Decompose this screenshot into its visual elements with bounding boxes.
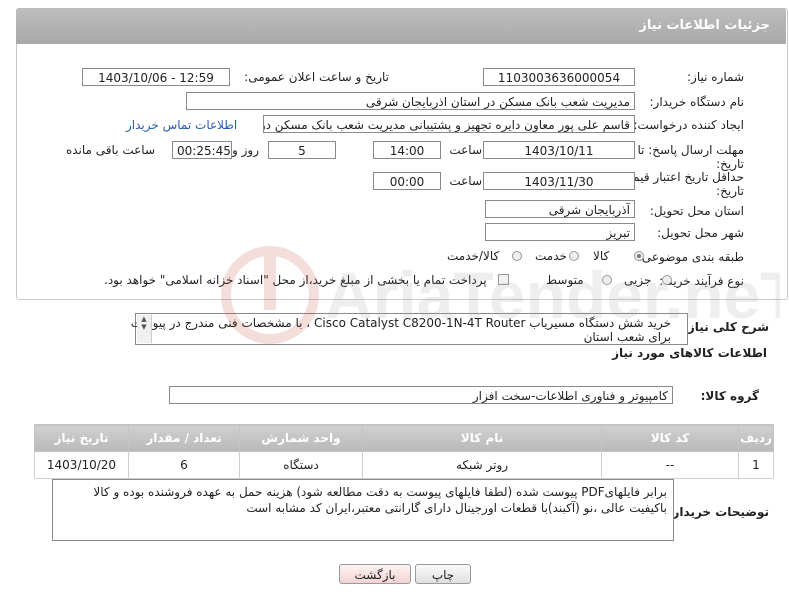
- col-name: نام کالا: [362, 424, 602, 452]
- city-field: تبریز: [485, 223, 635, 241]
- send-deadline-label: مهلت ارسال پاسخ: تا: [637, 143, 744, 157]
- goods-group-label: گروه کالا:: [700, 389, 759, 403]
- category-radio-both[interactable]: [512, 251, 522, 261]
- goods-table: ردیف کد کالا نام کالا واحد شمارش تعداد /…: [34, 424, 774, 479]
- treasury-payment-checkbox[interactable]: [498, 274, 509, 285]
- category-radio-service[interactable]: [569, 251, 579, 261]
- buyer-notes-label: توضیحات خریدار:: [667, 505, 769, 519]
- scroll-up-icon[interactable]: ▲: [137, 315, 151, 323]
- days-label: روز و: [232, 143, 259, 157]
- cell-quantity: 6: [128, 451, 240, 479]
- province-label: استان محل تحویل:: [649, 204, 744, 218]
- general-desc-label: شرح کلی نیاز:: [683, 320, 769, 334]
- general-desc-scrollbar[interactable]: ▲ ▼: [137, 315, 152, 343]
- process-option-medium: متوسط: [546, 273, 584, 287]
- city-label: شهر محل تحویل:: [657, 226, 744, 240]
- buyer-org-field: مدیریت شعب بانک مسکن در استان اذربایجان …: [186, 92, 635, 110]
- cell-code: --: [601, 451, 739, 479]
- process-radio-medium[interactable]: [602, 275, 612, 285]
- print-button[interactable]: چاپ: [415, 564, 471, 584]
- deadline-time-field: 14:00: [373, 141, 441, 159]
- col-unit: واحد شمارش: [239, 424, 363, 452]
- col-quantity: تعداد / مقدار: [128, 424, 240, 452]
- panel-title: جزئیات اطلاعات نیاز: [639, 18, 770, 33]
- validity-label-2: تاریخ:: [716, 184, 744, 198]
- category-option-service: خدمت: [535, 249, 567, 263]
- deadline-date-field: 1403/10/11: [483, 141, 635, 159]
- col-code: کد کالا: [601, 424, 739, 452]
- need-number-field: 1103003636000054: [483, 68, 635, 86]
- deadline-days-field: 5: [268, 141, 336, 159]
- cell-unit: دستگاه: [239, 451, 363, 479]
- category-option-goods: کالا: [593, 249, 610, 263]
- scroll-down-icon[interactable]: ▼: [137, 323, 151, 331]
- col-need-date: تاریخ نیاز: [34, 424, 129, 452]
- process-option-minor: جزیی: [624, 273, 652, 287]
- category-radio-goods[interactable]: [634, 251, 644, 261]
- general-desc-box[interactable]: خرید شش دستگاه مسیریاب Cisco Catalyst C8…: [131, 313, 688, 345]
- panel-header: جزئیات اطلاعات نیاز: [16, 8, 786, 44]
- deadline-remaining-field: 00:25:45: [172, 141, 232, 159]
- buyer-contact-link[interactable]: اطلاعات تماس خریدار: [126, 118, 237, 132]
- col-row: ردیف: [738, 424, 774, 452]
- deadline-time-label: ساعت: [449, 143, 482, 157]
- cell-row: 1: [738, 451, 774, 479]
- process-radio-minor[interactable]: [662, 275, 672, 285]
- province-field: آذربایجان شرقی: [485, 200, 635, 218]
- goods-info-title: اطلاعات کالاهای مورد نیاز: [612, 346, 767, 360]
- category-option-both: کالا/خدمت: [447, 249, 500, 263]
- need-number-label: شماره نیاز:: [687, 70, 744, 84]
- validity-time-field: 00:00: [373, 172, 441, 190]
- buyer-org-label: نام دستگاه خریدار:: [649, 95, 745, 109]
- table-row: 1 -- روتر شبکه دستگاه 6 1403/10/20: [34, 451, 774, 479]
- validity-date-field: 1403/11/30: [483, 172, 635, 190]
- treasury-payment-note: پرداخت تمام یا بخشی از مبلغ خرید،از محل …: [104, 273, 487, 287]
- category-label: طبقه بندی موضوعی:: [637, 250, 744, 264]
- cell-need-date: 1403/10/20: [34, 451, 129, 479]
- announce-datetime-field: 1403/10/06 - 12:59: [82, 68, 230, 86]
- back-button[interactable]: بازگشت: [339, 564, 411, 584]
- general-desc-line1: خرید شش دستگاه مسیریاب Cisco Catalyst C8…: [130, 316, 671, 330]
- announce-datetime-label: تاریخ و ساعت اعلان عمومی:: [244, 70, 389, 84]
- requester-label: ایجاد کننده درخواست:: [633, 118, 744, 132]
- requester-field: قاسم علی پور معاون دایره تجهیز و پشتیبان…: [263, 115, 635, 133]
- general-desc-line2: برای شعب استان: [583, 330, 671, 344]
- cell-name: روتر شبکه: [362, 451, 602, 479]
- goods-table-header: ردیف کد کالا نام کالا واحد شمارش تعداد /…: [34, 424, 774, 452]
- remaining-label: ساعت باقی مانده: [65, 143, 155, 157]
- validity-time-label: ساعت: [449, 174, 482, 188]
- buyer-notes-box: برابر فایلهایPDF پیوست شده (لطفا فایلهای…: [52, 479, 674, 541]
- send-deadline-label-2: تاریخ:: [716, 157, 744, 171]
- goods-group-field: کامپیوتر و فناوری اطلاعات-سخت افزار: [169, 386, 673, 404]
